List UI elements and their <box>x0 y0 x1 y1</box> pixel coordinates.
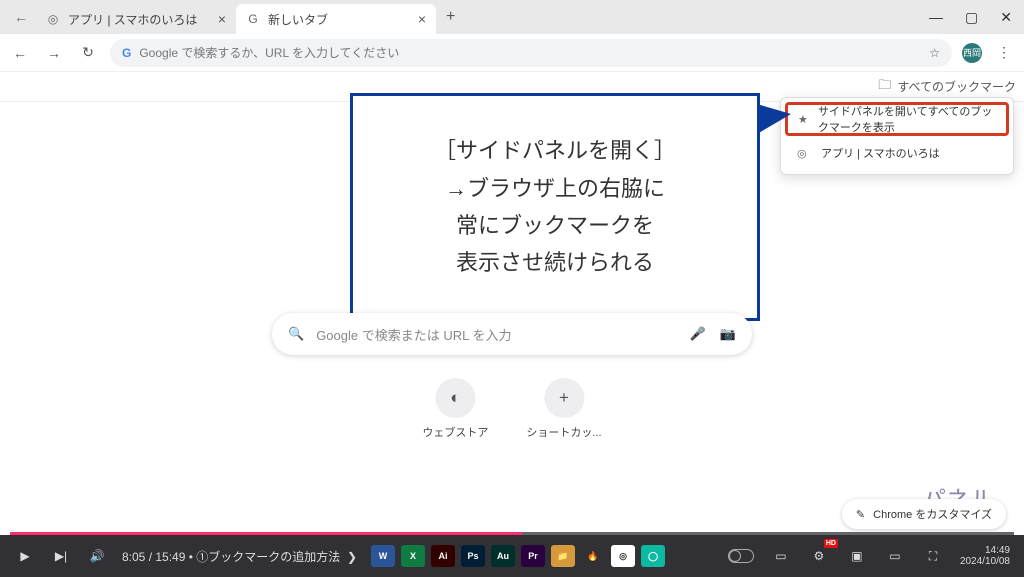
google-g-icon: G <box>122 46 131 60</box>
menu-kebab-icon[interactable]: ⋮ <box>992 41 1016 65</box>
ntp-search-bar[interactable]: 🔍 Google で検索または URL を入力 🎤 📷 <box>272 313 752 355</box>
shortcut-icon: ◐ <box>435 378 475 418</box>
search-icon: 🔍 <box>288 326 304 342</box>
taskbar-app-tiles: WX Ai Ps Au Pr 📁 🔥 ◎ ◯ <box>371 545 665 567</box>
star-icon: ★ <box>798 113 808 126</box>
favicon-icon: G <box>246 12 260 26</box>
page-icon: ◎ <box>797 147 811 160</box>
voice-search-icon[interactable]: 🎤 <box>690 326 706 342</box>
address-placeholder: Google で検索するか、URL を入力してください <box>139 44 399 61</box>
fullscreen-icon[interactable]: ⛶ <box>922 545 944 567</box>
customize-chrome-button[interactable]: ✎ Chrome をカスタマイズ <box>842 499 1006 529</box>
shortcut-add[interactable]: + ショートカッ... <box>526 378 601 440</box>
captions-icon[interactable]: ▭ <box>770 545 792 567</box>
taskbar-tile[interactable]: Ps <box>461 545 485 567</box>
customize-label: Chrome をカスタマイズ <box>873 506 992 522</box>
taskbar-tile[interactable]: Ai <box>431 545 455 567</box>
tab-label: アプリ | スマホのいろは <box>68 11 197 28</box>
reload-icon[interactable]: ↻ <box>76 41 100 65</box>
play-button[interactable]: ▶ <box>14 545 36 567</box>
address-bar[interactable]: G Google で検索するか、URL を入力してください ☆ <box>110 39 952 67</box>
toolbar: ← → ↻ G Google で検索するか、URL を入力してください ☆ 西岡… <box>0 34 1024 72</box>
callout-line: →ブラウザ上の右脇に <box>445 170 665 207</box>
window-controls: ― ▢ ✕ <box>929 9 1018 26</box>
bookmarks-dropdown: ★ サイドパネルを開いてすべてのブックマークを表示 ◎ アプリ | スマホのいろ… <box>780 97 1014 175</box>
titlebar: ← ◎ アプリ | スマホのいろは × G 新しいタブ × + ― ▢ ✕ <box>0 0 1024 34</box>
close-tab-icon[interactable]: × <box>418 11 426 27</box>
history-back-icon[interactable]: ← <box>6 9 36 25</box>
forward-icon[interactable]: → <box>42 41 66 65</box>
shortcut-label: ショートカッ... <box>526 424 601 440</box>
annotation-callout: ［サイドパネルを開く］ →ブラウザ上の右脇に 常にブックマークを 表示させ続けら… <box>350 93 760 321</box>
volume-icon[interactable]: 🔊 <box>86 545 108 567</box>
settings-icon[interactable]: ⚙ HD <box>808 545 830 567</box>
folder-icon: 🗀 <box>878 76 891 98</box>
video-controls: ▶ ▶| 🔊 8:05 / 15:49 • ①ブックマークの追加方法 ❯ WXA… <box>0 535 1024 577</box>
star-bookmark-icon[interactable]: ☆ <box>929 46 940 60</box>
taskbar-tile[interactable]: 📁 <box>551 545 575 567</box>
close-window-icon[interactable]: ✕ <box>1000 9 1012 26</box>
shortcut-label: ウェブストア <box>422 424 488 440</box>
favicon-icon: ◎ <box>46 12 60 26</box>
system-clock: 14:49 2024/10/08 <box>960 545 1010 567</box>
dd-item-label: アプリ | スマホのいろは <box>821 145 940 161</box>
new-tab-button[interactable]: + <box>436 8 465 26</box>
plus-icon: + <box>544 378 584 418</box>
taskbar-tile[interactable]: ◎ <box>611 545 635 567</box>
miniplayer-icon[interactable]: ▣ <box>846 545 868 567</box>
minimize-icon[interactable]: ― <box>929 9 943 25</box>
tab-inactive[interactable]: ◎ アプリ | スマホのいろは × <box>36 4 236 34</box>
callout-line: ［サイドパネルを開く］ <box>434 132 676 169</box>
hd-badge: HD <box>824 539 838 548</box>
theater-icon[interactable]: ▭ <box>884 545 906 567</box>
taskbar-tile[interactable]: X <box>401 545 425 567</box>
taskbar-tile[interactable]: W <box>371 545 395 567</box>
close-tab-icon[interactable]: × <box>218 11 226 27</box>
taskbar-tile[interactable]: Au <box>491 545 515 567</box>
profile-avatar[interactable]: 西岡 <box>962 43 982 63</box>
ntp-shortcuts: ◐ ウェブストア + ショートカッ... <box>422 378 601 440</box>
dd-item-label: サイドパネルを開いてすべてのブックマークを表示 <box>818 103 996 135</box>
tab-label: 新しいタブ <box>268 11 328 28</box>
video-time: 8:05 / 15:49 • ①ブックマークの追加方法 ❯ <box>122 548 357 565</box>
autoplay-toggle[interactable] <box>728 549 754 563</box>
all-bookmarks-button[interactable]: すべてのブックマーク <box>897 78 1016 95</box>
tab-active[interactable]: G 新しいタブ × <box>236 4 436 34</box>
taskbar-tile[interactable]: Pr <box>521 545 545 567</box>
image-search-icon[interactable]: 📷 <box>720 326 736 342</box>
callout-line: 常にブックマークを <box>456 207 654 244</box>
pencil-icon: ✎ <box>856 508 865 521</box>
taskbar-tile[interactable]: ◯ <box>641 545 665 567</box>
maximize-icon[interactable]: ▢ <box>965 9 978 26</box>
next-button[interactable]: ▶| <box>50 545 72 567</box>
back-icon[interactable]: ← <box>8 41 32 65</box>
taskbar-tile[interactable]: 🔥 <box>581 545 605 567</box>
shortcut-webstore[interactable]: ◐ ウェブストア <box>422 378 488 440</box>
search-placeholder: Google で検索または URL を入力 <box>316 325 511 344</box>
dd-open-side-panel[interactable]: ★ サイドパネルを開いてすべてのブックマークを表示 <box>785 102 1009 136</box>
callout-line: 表示させ続けられる <box>456 244 654 281</box>
dd-bookmark-entry[interactable]: ◎ アプリ | スマホのいろは <box>785 136 1009 170</box>
